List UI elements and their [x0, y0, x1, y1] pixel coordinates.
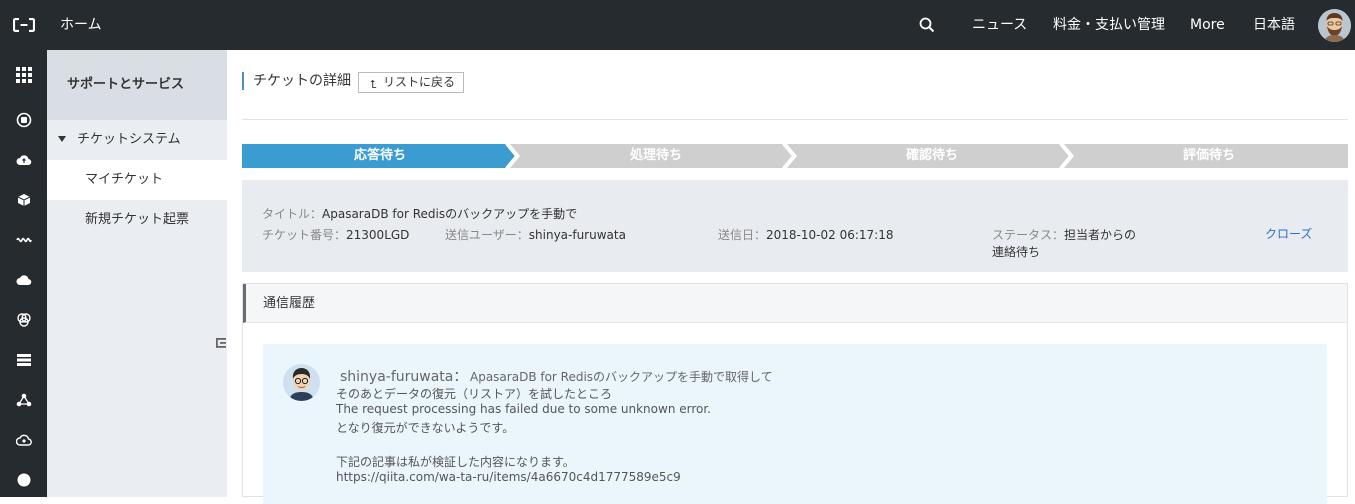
ticket-user-label: 送信ユーザー： [445, 228, 529, 242]
close-ticket-link[interactable]: クローズ [1265, 225, 1312, 242]
main-content: チケットの詳細 ⮤ リストに戻る 応答待ち 処理待ち 確認待ち 評価待ち タイト… [227, 50, 1355, 504]
message-line: 下記の記事は私が検証した内容になります。 [336, 455, 575, 469]
back-arrow-icon: ⮤ [370, 78, 377, 91]
ticket-title-label: タイトル： [262, 207, 323, 221]
ticket-status-value: 担当者からの [1064, 228, 1137, 242]
step-awaiting-confirmation: 確認待ち [905, 148, 958, 163]
sidebar-collapse-handle[interactable] [214, 320, 227, 366]
circles-icon[interactable] [0, 300, 47, 340]
ticket-title-value: ApasaraDB for Redisのバックアップを手動で [322, 207, 578, 221]
ticket-status-continued: 連絡待ち [992, 245, 1041, 259]
user-avatar[interactable] [1318, 9, 1351, 42]
news-link[interactable]: ニュース [972, 0, 1027, 50]
ticket-date-label: 送信日： [718, 228, 767, 242]
cloud-icon[interactable] [0, 260, 47, 300]
ticket-number-value: 21300LGD [346, 228, 410, 242]
message-link[interactable]: https://qiita.com/wa-ta-ru/items/4a6670c… [336, 470, 681, 484]
ticket-user-value: shinya-furuwata [528, 228, 626, 242]
wave-icon[interactable] [0, 220, 47, 260]
cube-icon[interactable] [0, 180, 47, 220]
divider [242, 119, 1348, 120]
ticket-status: ステータス：担当者からの [992, 226, 1136, 243]
ticket-number-label: チケット番号： [262, 228, 347, 242]
home-link[interactable]: ホーム [60, 0, 102, 50]
communication-history: 通信履歴 shinya-furuwata： ApasaraDB for Redi… [242, 283, 1348, 504]
ticket-date-value: 2018-10-02 06:17:18 [766, 228, 894, 242]
sidebar-group-label: チケットシステム [77, 132, 181, 147]
billing-link[interactable]: 料金・支払い管理 [1053, 0, 1165, 50]
product-icon-rail [0, 50, 47, 497]
message-line: The request processing has failed due to… [336, 402, 711, 416]
sidebar-item-my-tickets[interactable]: マイチケット [47, 160, 227, 200]
caret-down-icon [58, 136, 66, 142]
grid-icon[interactable] [0, 55, 47, 95]
message-item: shinya-furuwata： ApasaraDB for Redisのバック… [263, 344, 1327, 504]
message-line: ApasaraDB for Redisのバックアップを手動で取得して [470, 370, 773, 384]
ticket-info-panel: タイトル：ApasaraDB for Redisのバックアップを手動で チケット… [242, 180, 1348, 272]
back-to-list-label: リストに戻る [383, 75, 456, 89]
more-menu[interactable]: More [1190, 0, 1225, 50]
step-awaiting-response: 応答待ち [353, 148, 406, 163]
history-header: 通信履歴 [243, 284, 1347, 323]
ticket-user: 送信ユーザー：shinya-furuwata [445, 226, 626, 243]
language-selector[interactable]: 日本語 [1253, 0, 1295, 50]
ticket-title: タイトル：ApasaraDB for Redisのバックアップを手動で [262, 205, 577, 222]
page-title: チケットの詳細 [242, 72, 351, 90]
collapse-icon [215, 338, 226, 348]
ticket-status-label: ステータス： [992, 228, 1065, 242]
step-awaiting-processing: 処理待ち [629, 148, 682, 163]
ticket-number: チケット番号：21300LGD [262, 226, 409, 243]
network-icon[interactable] [0, 380, 47, 420]
message-line: となり復元ができないようです。 [336, 421, 515, 435]
ticket-date: 送信日：2018-10-02 06:17:18 [718, 226, 893, 243]
secondary-sidebar: サポートとサービス チケットシステム マイチケット 新規チケット起票 [47, 50, 227, 497]
message-author: shinya-furuwata： [340, 369, 468, 385]
sidebar-item-new-ticket[interactable]: 新規チケット起票 [47, 200, 227, 240]
message-line: そのあとデータの復元（リストア）を試したところ [336, 387, 613, 401]
circle-icon[interactable] [0, 460, 47, 500]
list-icon[interactable] [0, 340, 47, 380]
top-navigation-bar: ホーム ニュース 料金・支払い管理 More 日本語 [0, 0, 1355, 50]
ticket-progress-steps: 応答待ち 処理待ち 確認待ち 評価待ち [242, 144, 1348, 168]
alibaba-cloud-logo-icon[interactable] [0, 0, 47, 50]
cloud-gear-icon[interactable] [0, 420, 47, 460]
back-to-list-button[interactable]: ⮤ リストに戻る [358, 72, 464, 93]
cloud-upload-icon[interactable] [0, 140, 47, 180]
sidebar-header: サポートとサービス [47, 50, 227, 120]
sidebar-group-ticket-system[interactable]: チケットシステム [47, 120, 227, 160]
database-icon[interactable] [0, 100, 47, 140]
message-author-avatar [283, 364, 320, 401]
search-icon[interactable] [912, 12, 942, 38]
step-awaiting-evaluation: 評価待ち [1182, 148, 1235, 163]
